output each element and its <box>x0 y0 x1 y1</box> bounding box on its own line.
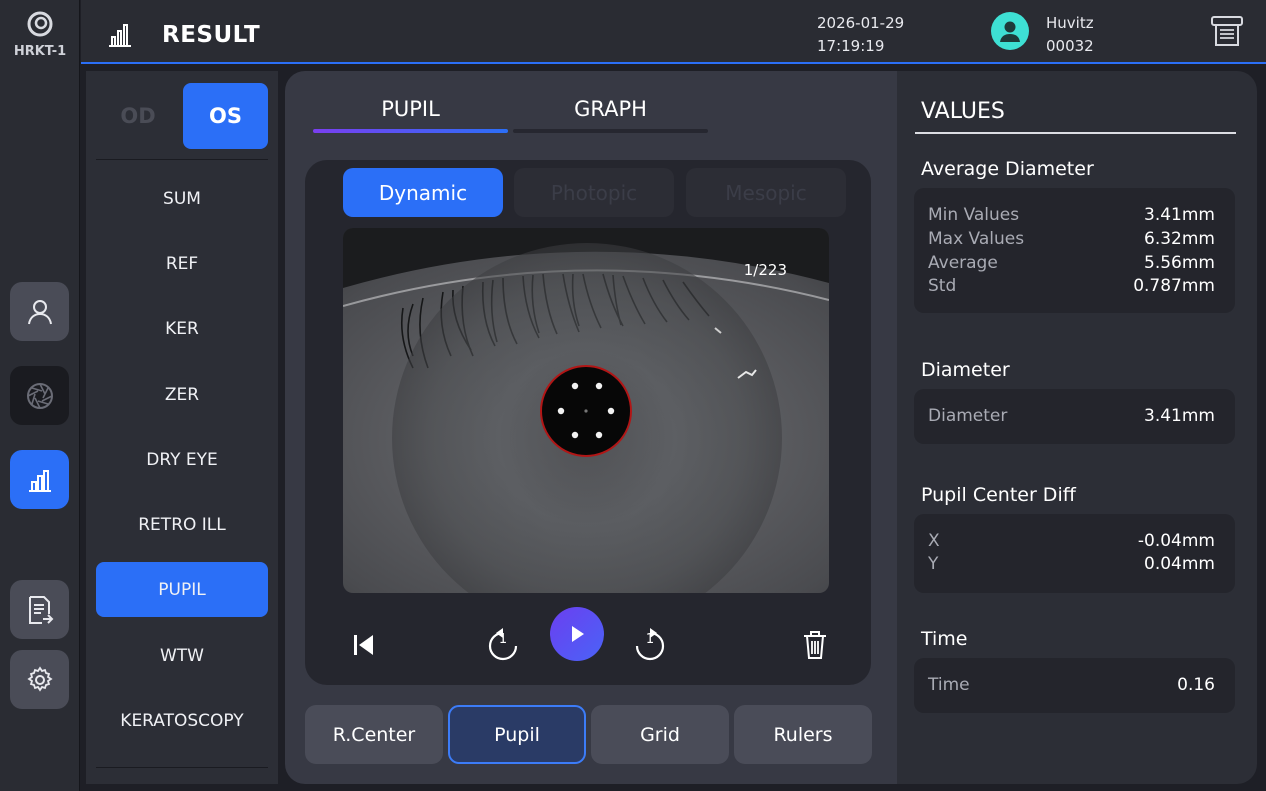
forward-one-button[interactable]: 1 <box>625 620 675 670</box>
eye-image[interactable]: 1/223 <box>343 228 829 593</box>
r-center-button[interactable]: R.Center <box>305 705 443 764</box>
menu-item-ker[interactable]: KER <box>96 301 268 356</box>
rewind-amount: 1 <box>498 632 508 647</box>
page-title: RESULT <box>162 22 261 48</box>
frame-counter: 1/223 <box>743 261 787 279</box>
capture-button[interactable] <box>10 366 69 425</box>
value-row: Time 0.16 <box>928 675 1215 695</box>
swirl-logo-icon <box>24 8 56 40</box>
play-icon <box>572 626 584 642</box>
report-icon <box>28 595 53 624</box>
header-date: 2026-01-29 <box>817 14 905 32</box>
tab-graph-underline <box>513 129 708 133</box>
play-button[interactable] <box>550 607 604 661</box>
time-title: Time <box>921 628 968 650</box>
video-card: Dynamic Photopic Mesopic 1/223 1 1 <box>305 160 871 685</box>
delete-button[interactable] <box>790 620 840 670</box>
menu-item-zer[interactable]: ZER <box>96 367 268 422</box>
eye-od-button[interactable]: OD <box>104 83 172 149</box>
pupil-center-diff-title: Pupil Center Diff <box>921 484 1076 506</box>
tab-pupil-underline <box>313 129 508 133</box>
eye-os-button[interactable]: OS <box>183 83 268 149</box>
value-row: Diameter 3.41mm <box>928 406 1215 426</box>
value-row: Max Values 6.32mm <box>928 229 1215 249</box>
aperture-icon <box>26 382 53 409</box>
mode-photopic-button[interactable]: Photopic <box>514 168 674 217</box>
left-rail: HRKT-1 <box>0 0 80 791</box>
time-box: Time 0.16 <box>914 658 1235 713</box>
chart-icon <box>28 469 51 492</box>
value-row: Std 0.787mm <box>928 276 1215 296</box>
user-button[interactable] <box>10 282 69 341</box>
result-button[interactable] <box>10 450 69 509</box>
average-diameter-title: Average Diameter <box>921 158 1094 180</box>
divider <box>96 159 268 160</box>
top-header: RESULT 2026-01-29 17:19:19 Huvitz 00032 <box>81 0 1266 64</box>
values-underline <box>915 132 1236 134</box>
mode-mesopic-button[interactable]: Mesopic <box>686 168 846 217</box>
mode-dynamic-button[interactable]: Dynamic <box>343 168 503 217</box>
user-id: 00032 <box>1046 37 1094 55</box>
value-row: Y 0.04mm <box>928 554 1215 574</box>
diameter-box: Diameter 3.41mm <box>914 389 1235 444</box>
menu-item-keratoscopy[interactable]: KERATOSCOPY <box>96 693 268 748</box>
trash-icon <box>804 631 826 659</box>
values-panel: VALUES Average Diameter Min Values 3.41mm… <box>897 71 1257 784</box>
device-name: HRKT-1 <box>13 44 67 59</box>
rewind-one-button[interactable]: 1 <box>478 620 528 670</box>
user-icon <box>27 299 52 324</box>
value-row: X -0.04mm <box>928 531 1215 551</box>
value-row: Average 5.56mm <box>928 253 1215 273</box>
pupil-center-diff-box: X -0.04mm Y 0.04mm <box>914 514 1235 593</box>
exam-menu: OD OS SUM REF KER ZER DRY EYE RETRO ILL … <box>86 71 278 784</box>
pupil-overlay-button[interactable]: Pupil <box>448 705 586 764</box>
user-name: Huvitz <box>1046 14 1094 32</box>
menu-item-sum[interactable]: SUM <box>96 171 268 226</box>
divider <box>96 767 268 768</box>
grid-button[interactable]: Grid <box>591 705 729 764</box>
diameter-title: Diameter <box>921 359 1010 381</box>
skip-to-start-icon <box>354 635 373 655</box>
settings-button[interactable] <box>10 650 69 709</box>
pupil-viewer: PUPIL GRAPH Dynamic Photopic Mesopic 1/2… <box>285 71 897 784</box>
rulers-button[interactable]: Rulers <box>734 705 872 764</box>
chart-icon <box>107 22 133 52</box>
gear-icon <box>26 665 53 692</box>
forward-amount: 1 <box>645 632 655 647</box>
skip-to-start-button[interactable] <box>339 620 389 670</box>
person-icon <box>1000 21 1020 42</box>
menu-item-dry-eye[interactable]: DRY EYE <box>96 432 268 487</box>
menu-item-pupil[interactable]: PUPIL <box>96 562 268 617</box>
average-diameter-box: Min Values 3.41mm Max Values 6.32mm Averag… <box>914 188 1235 313</box>
value-row: Min Values 3.41mm <box>928 205 1215 225</box>
report-button[interactable] <box>10 580 69 639</box>
menu-item-retro-ill[interactable]: RETRO ILL <box>96 497 268 552</box>
menu-item-wtw[interactable]: WTW <box>96 628 268 683</box>
print-icon[interactable] <box>1209 14 1245 52</box>
values-title: VALUES <box>921 99 1005 124</box>
avatar[interactable] <box>991 12 1029 50</box>
header-time: 17:19:19 <box>817 37 885 55</box>
menu-item-ref[interactable]: REF <box>96 236 268 291</box>
